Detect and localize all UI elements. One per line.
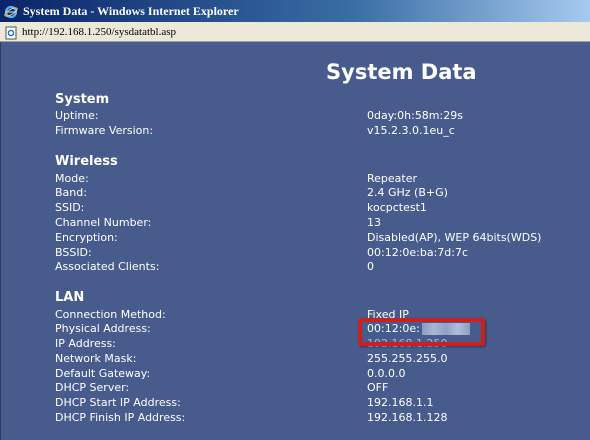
value-physical-address: 00:12:0e: [367, 322, 470, 335]
section-heading-system: System [55, 92, 110, 107]
section-heading-lan: LAN [55, 290, 85, 305]
row-firmware-version: Firmware Version: v15.2.3.0.1eu_c [55, 124, 575, 138]
value-default-gateway: 0.0.0.0 [367, 367, 406, 380]
row-dhcp-finish-ip: DHCP Finish IP Address: 192.168.1.128 [55, 411, 575, 425]
row-dhcp-start-ip: DHCP Start IP Address: 192.168.1.1 [55, 396, 575, 410]
row-associated-clients: Associated Clients: 0 [55, 260, 575, 274]
address-url[interactable]: http://192.168.1.250/sysdatatbl.asp [22, 26, 176, 38]
row-uptime: Uptime: 0day:0h:58m:29s [55, 109, 575, 123]
redacted-blur [421, 323, 470, 335]
value-dhcp-start-ip: 192.168.1.1 [367, 396, 434, 409]
label-dhcp-server: DHCP Server: [55, 381, 130, 394]
label-ip-address: IP Address: [55, 337, 116, 350]
label-default-gateway: Default Gateway: [55, 367, 151, 380]
value-associated-clients: 0 [367, 260, 374, 273]
row-ssid: SSID: kocpctest1 [55, 201, 575, 215]
address-bar[interactable]: http://192.168.1.250/sysdatatbl.asp [0, 22, 590, 42]
browser-window: System Data - Windows Internet Explorer … [0, 0, 590, 440]
row-channel-number: Channel Number: 13 [55, 216, 575, 230]
value-ip-address: 192.168.1.250 [367, 337, 448, 350]
page-content: System Data System Uptime: 0day:0h:58m:2… [0, 42, 590, 440]
value-uptime: 0day:0h:58m:29s [367, 109, 463, 122]
row-physical-address: Physical Address: 00:12:0e: [55, 322, 575, 336]
row-mode: Mode: Repeater [55, 172, 575, 186]
row-encryption: Encryption: Disabled(AP), WEP 64bits(WDS… [55, 231, 575, 245]
label-ssid: SSID: [55, 201, 85, 214]
row-default-gateway: Default Gateway: 0.0.0.0 [55, 367, 575, 381]
value-mode: Repeater [367, 172, 418, 185]
value-dhcp-finish-ip: 192.168.1.128 [367, 411, 448, 424]
page-title: System Data [326, 60, 477, 84]
internet-explorer-icon [4, 4, 18, 19]
window-title: System Data - Windows Internet Explorer [23, 3, 239, 18]
page-icon [4, 25, 18, 39]
label-dhcp-finish-ip: DHCP Finish IP Address: [55, 411, 186, 424]
label-network-mask: Network Mask: [55, 352, 137, 365]
row-network-mask: Network Mask: 255.255.255.0 [55, 352, 575, 366]
value-network-mask: 255.255.255.0 [367, 352, 448, 365]
label-mode: Mode: [55, 172, 89, 185]
label-firmware-version: Firmware Version: [55, 124, 154, 137]
value-dhcp-server: OFF [367, 381, 389, 394]
row-ip-address: IP Address: 192.168.1.250 [55, 337, 575, 351]
label-band: Band: [55, 186, 87, 199]
title-bar[interactable]: System Data - Windows Internet Explorer [0, 0, 590, 22]
value-firmware-version: v15.2.3.0.1eu_c [367, 124, 455, 137]
label-encryption: Encryption: [55, 231, 118, 244]
value-band: 2.4 GHz (B+G) [367, 186, 448, 199]
label-uptime: Uptime: [55, 109, 99, 122]
value-channel-number: 13 [367, 216, 381, 229]
value-ssid: kocpctest1 [367, 201, 427, 214]
row-dhcp-server: DHCP Server: OFF [55, 381, 575, 395]
label-channel-number: Channel Number: [55, 216, 152, 229]
value-connection-method: Fixed IP [367, 308, 409, 321]
label-connection-method: Connection Method: [55, 308, 166, 321]
value-bssid: 00:12:0e:ba:7d:7c [367, 246, 469, 259]
row-band: Band: 2.4 GHz (B+G) [55, 186, 575, 200]
section-heading-wireless: Wireless [55, 154, 118, 169]
physical-address-visible-part: 00:12:0e: [367, 322, 420, 335]
label-bssid: BSSID: [55, 246, 92, 259]
row-connection-method: Connection Method: Fixed IP [55, 308, 575, 322]
label-physical-address: Physical Address: [55, 322, 151, 335]
label-associated-clients: Associated Clients: [55, 260, 160, 273]
row-bssid: BSSID: 00:12:0e:ba:7d:7c [55, 246, 575, 260]
value-encryption: Disabled(AP), WEP 64bits(WDS) [367, 231, 542, 244]
label-dhcp-start-ip: DHCP Start IP Address: [55, 396, 181, 409]
